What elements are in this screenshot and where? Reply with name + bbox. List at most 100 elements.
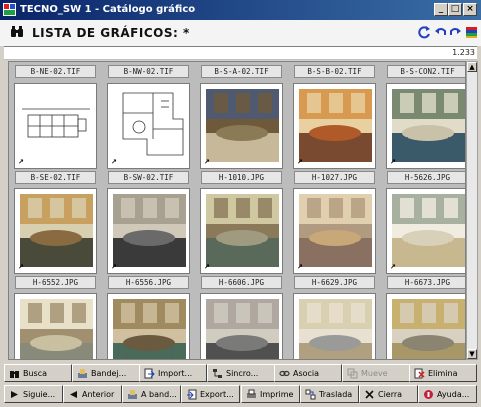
thumbnail-image[interactable]: ↗ — [107, 293, 190, 359]
shortcut-arrow-icon: ↗ — [297, 263, 303, 271]
title-bar: TECNO_SW 1 - Catálogo gráfico _ □ × — [0, 0, 481, 20]
close-x-icon — [365, 390, 374, 399]
filter-bar[interactable]: 1.233 — [4, 46, 477, 60]
aband-button[interactable]: A band... — [122, 385, 181, 403]
button-label: Siguie... — [23, 390, 56, 399]
thumbnail-caption[interactable]: H-5626.JPG — [387, 171, 465, 184]
asocia-button[interactable]: Asocia — [274, 364, 342, 382]
thumbnail-caption[interactable]: H-1010.JPG — [201, 171, 282, 184]
thumbnail-caption[interactable]: B-NE-02.TIF — [15, 65, 96, 78]
button-row-1: Busca Bandej... Import... Sincro... Asocia Mu… — [4, 364, 477, 382]
thumbnail-caption[interactable]: B-S-A-02.TIF — [201, 65, 282, 78]
thumbnail-caption[interactable]: H-6606.JPG — [201, 276, 282, 289]
floor-plan-thumbnail — [22, 108, 90, 138]
maximize-button[interactable]: □ — [448, 3, 462, 16]
thumbnail-image[interactable]: ↗ — [293, 83, 376, 169]
next-icon — [11, 391, 18, 398]
link-icon — [279, 370, 290, 377]
busca-button[interactable]: Busca — [4, 364, 72, 382]
button-label: Asocia — [293, 369, 320, 378]
thumbnail-image[interactable]: ↗ — [14, 188, 97, 274]
export-icon — [187, 389, 197, 400]
photo-thumbnail — [206, 299, 279, 359]
export-button[interactable]: Export... — [181, 385, 240, 403]
thumbnail-image[interactable]: ↗ — [107, 83, 190, 169]
app-icon — [3, 3, 16, 16]
thumbnail-image[interactable]: ↗ — [386, 293, 465, 359]
button-label: Anterior — [82, 390, 115, 399]
thumbnail-image[interactable]: ↗ — [386, 83, 465, 169]
printer-icon — [247, 389, 256, 398]
button-label: Traslada — [319, 390, 353, 399]
anterior-button[interactable]: Anterior — [63, 385, 122, 403]
button-label: Busca — [23, 369, 48, 378]
photo-thumbnail — [20, 299, 93, 359]
button-label: Sincro... — [226, 369, 259, 378]
shortcut-arrow-icon: ↗ — [18, 263, 24, 271]
thumbnail-caption[interactable]: B-S-B-02.TIF — [294, 65, 375, 78]
thumbnail-caption[interactable]: H-6629.JPG — [294, 276, 375, 289]
thumbnail-image[interactable]: ↗ — [107, 188, 190, 274]
traslada-button[interactable]: Traslada — [300, 385, 359, 403]
books-icon[interactable] — [465, 25, 478, 39]
minimize-button[interactable]: _ — [434, 3, 448, 16]
tray-icon — [78, 369, 87, 378]
shortcut-arrow-icon: ↗ — [390, 158, 396, 166]
close-button[interactable]: × — [463, 3, 477, 16]
cierra-button[interactable]: Cierra — [359, 385, 418, 403]
bandej-button[interactable]: Bandej... — [72, 364, 140, 382]
thumbnail-image[interactable]: ↗ — [293, 188, 376, 274]
scroll-down-arrow[interactable]: ▼ — [467, 349, 477, 359]
help-icon — [424, 390, 433, 399]
vertical-scrollbar[interactable]: ▲ ▼ — [466, 61, 478, 360]
thumbnail-caption[interactable]: H-1027.JPG — [294, 171, 375, 184]
photo-thumbnail — [299, 194, 372, 267]
photo-thumbnail — [206, 89, 279, 162]
thumbnail-caption[interactable]: H-6556.JPG — [108, 276, 189, 289]
photo-thumbnail — [299, 299, 372, 359]
button-label: Ayuda... — [437, 390, 470, 399]
refresh-icon[interactable] — [418, 25, 431, 39]
thumbnail-image[interactable]: ↗ — [386, 188, 465, 274]
list-header: LISTA DE GRÁFICOS: * — [0, 20, 481, 46]
shortcut-arrow-icon: ↗ — [390, 263, 396, 271]
photo-thumbnail — [392, 194, 465, 267]
imprime-button[interactable]: Imprime — [241, 385, 300, 403]
shortcut-arrow-icon: ↗ — [111, 158, 117, 166]
previous-icon — [70, 391, 77, 398]
thumbnail-caption[interactable]: H-6552.JPG — [15, 276, 96, 289]
sincro-button[interactable]: Sincro... — [207, 364, 275, 382]
shortcut-arrow-icon: ↗ — [18, 158, 24, 166]
button-label: Cierra — [378, 390, 403, 399]
thumbnail-image[interactable]: ↗ — [200, 188, 283, 274]
import-icon — [144, 368, 155, 379]
button-label: Imprime — [260, 390, 294, 399]
thumbnail-caption[interactable]: B-NW-02.TIF — [108, 65, 189, 78]
import-button[interactable]: Import... — [139, 364, 207, 382]
shortcut-arrow-icon: ↗ — [204, 158, 210, 166]
thumbnail-caption[interactable]: B-S-CON2.TIF — [387, 65, 465, 78]
binoculars-icon — [10, 371, 19, 378]
thumbnail-image[interactable]: ↗ — [14, 293, 97, 359]
scroll-up-arrow[interactable]: ▲ — [467, 62, 477, 72]
thumbnail-caption[interactable]: B-SW-02.TIF — [108, 171, 189, 184]
button-label: A band... — [141, 390, 177, 399]
photo-thumbnail — [392, 89, 465, 162]
thumbnail-image[interactable]: ↗ — [293, 293, 376, 359]
button-label: Bandej... — [91, 369, 127, 378]
thumbnail-caption[interactable]: B-SE-02.TIF — [15, 171, 96, 184]
redo-icon[interactable] — [449, 25, 462, 39]
photo-thumbnail — [113, 299, 186, 359]
thumbnail-caption[interactable]: H-6673.JPG — [387, 276, 465, 289]
thumbnail-grid[interactable]: B-NE-02.TIF B-NW-02.TIF B-S-A-02.TIF B-S-B-… — [8, 61, 466, 360]
ayuda-button[interactable]: Ayuda... — [418, 385, 477, 403]
thumbnail-image[interactable]: ↗ — [200, 83, 283, 169]
siguie-button[interactable]: Siguie... — [4, 385, 63, 403]
photo-thumbnail — [20, 194, 93, 267]
mueve-button[interactable]: Mueve — [342, 364, 410, 382]
elimina-button[interactable]: Elimina — [409, 364, 477, 382]
thumbnail-image[interactable]: ↗ — [200, 293, 283, 359]
thumbnail-image[interactable]: ↗ — [14, 83, 97, 169]
shortcut-arrow-icon: ↗ — [297, 158, 303, 166]
undo-icon[interactable] — [434, 25, 447, 39]
